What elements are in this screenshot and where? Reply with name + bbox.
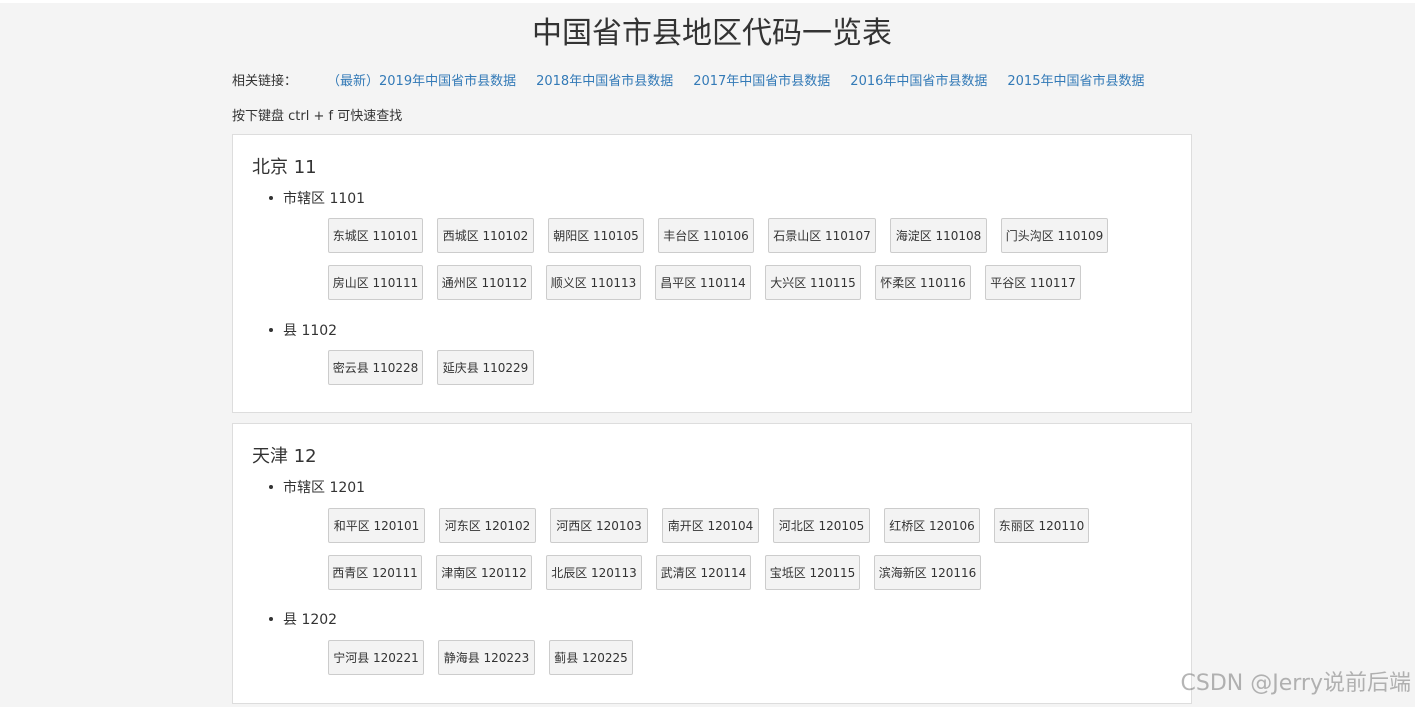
group-label: 县 1102	[283, 323, 338, 339]
district-button[interactable]: 朝阳区 110105	[548, 218, 644, 253]
district-button[interactable]: 西青区 120111	[328, 555, 422, 590]
link-2019[interactable]: （最新）2019年中国省市县数据	[327, 70, 516, 89]
related-links: 相关链接： （最新）2019年中国省市县数据 2018年中国省市县数据 2017…	[232, 70, 1164, 89]
district-button[interactable]: 红桥区 120106	[884, 508, 980, 543]
district-button[interactable]: 门头沟区 110109	[1001, 218, 1108, 253]
search-hint: 按下键盘 ctrl + f 可快速查找	[232, 109, 403, 124]
district-button[interactable]: 和平区 120101	[328, 508, 425, 543]
district-button[interactable]: 丰台区 110106	[658, 218, 754, 253]
province-panel-tianjin: 天津 12 市辖区 1201 和平区 120101 河东区 120102 河西区…	[232, 423, 1192, 704]
district-button[interactable]: 昌平区 110114	[655, 265, 751, 300]
watermark: CSDN @Jerry说前后端	[1180, 671, 1411, 696]
county-button[interactable]: 静海县 120223	[438, 640, 535, 675]
link-2017[interactable]: 2017年中国省市县数据	[693, 70, 830, 89]
county-button[interactable]: 密云县 110228	[328, 350, 423, 385]
group-title: 市辖区 1201	[269, 477, 365, 497]
district-button[interactable]: 大兴区 110115	[765, 265, 861, 300]
district-button[interactable]: 石景山区 110107	[768, 218, 876, 253]
district-button[interactable]: 宝坻区 120115	[765, 555, 860, 590]
top-border	[0, 0, 1415, 3]
district-button[interactable]: 通州区 110112	[437, 265, 532, 300]
district-button[interactable]: 海淀区 110108	[890, 218, 987, 253]
page: 中国省市县地区代码一览表 相关链接： （最新）2019年中国省市县数据 2018…	[0, 0, 1415, 707]
group-label: 县 1202	[283, 612, 338, 628]
district-button[interactable]: 河东区 120102	[439, 508, 536, 543]
group-title: 县 1202	[269, 609, 337, 629]
district-button[interactable]: 房山区 110111	[328, 265, 423, 300]
group-title: 县 1102	[269, 320, 337, 340]
county-button[interactable]: 宁河县 120221	[328, 640, 424, 675]
county-button[interactable]: 蓟县 120225	[549, 640, 633, 675]
district-button[interactable]: 河西区 120103	[550, 508, 648, 543]
district-button[interactable]: 南开区 120104	[662, 508, 759, 543]
district-button[interactable]: 平谷区 110117	[985, 265, 1081, 300]
button-row: 房山区 110111 通州区 110112 顺义区 110113 昌平区 110…	[328, 265, 1095, 300]
province-title: 北京 11	[252, 157, 317, 178]
district-button[interactable]: 东城区 110101	[328, 218, 423, 253]
bullet-icon	[269, 328, 273, 332]
button-row: 东城区 110101 西城区 110102 朝阳区 110105 丰台区 110…	[328, 218, 1122, 253]
bullet-icon	[269, 485, 273, 489]
button-row: 宁河县 120221 静海县 120223 蓟县 120225	[328, 640, 647, 675]
related-links-label: 相关链接：	[232, 74, 298, 89]
district-button[interactable]: 河北区 120105	[773, 508, 870, 543]
district-button[interactable]: 怀柔区 110116	[875, 265, 971, 300]
district-button[interactable]: 东丽区 120110	[994, 508, 1089, 543]
district-button[interactable]: 武清区 120114	[656, 555, 751, 590]
bullet-icon	[269, 196, 273, 200]
province-panel-beijing: 北京 11 市辖区 1101 东城区 110101 西城区 110102 朝阳区…	[232, 134, 1192, 413]
county-button[interactable]: 延庆县 110229	[437, 350, 534, 385]
district-button[interactable]: 津南区 120112	[436, 555, 532, 590]
district-button[interactable]: 滨海新区 120116	[874, 555, 981, 590]
district-button[interactable]: 北辰区 120113	[546, 555, 642, 590]
district-button[interactable]: 西城区 110102	[437, 218, 534, 253]
button-row: 密云县 110228 延庆县 110229	[328, 350, 548, 385]
link-2018[interactable]: 2018年中国省市县数据	[536, 70, 673, 89]
button-row: 西青区 120111 津南区 120112 北辰区 120113 武清区 120…	[328, 555, 995, 590]
page-title: 中国省市县地区代码一览表	[532, 16, 892, 51]
group-title: 市辖区 1101	[269, 188, 365, 208]
group-label: 市辖区 1201	[283, 480, 366, 496]
button-row: 和平区 120101 河东区 120102 河西区 120103 南开区 120…	[328, 508, 1103, 543]
link-2016[interactable]: 2016年中国省市县数据	[850, 70, 987, 89]
bullet-icon	[269, 617, 273, 621]
group-label: 市辖区 1101	[283, 191, 366, 207]
province-title: 天津 12	[252, 446, 317, 467]
link-2015[interactable]: 2015年中国省市县数据	[1007, 70, 1144, 89]
district-button[interactable]: 顺义区 110113	[546, 265, 641, 300]
